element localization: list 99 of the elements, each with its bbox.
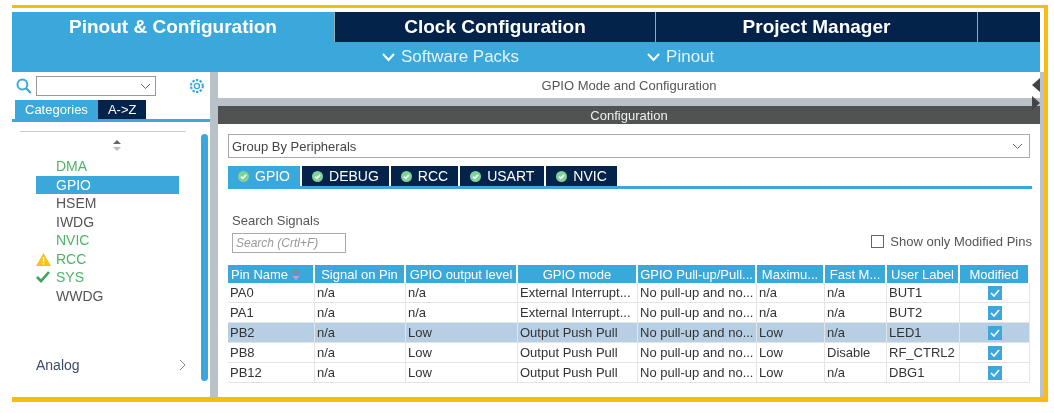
category-item[interactable]: IWDG: [36, 212, 179, 231]
category-group[interactable]: Analog: [36, 357, 186, 373]
table-cell: External Interrupt...: [518, 283, 638, 303]
column-header[interactable]: Pin Name: [228, 265, 315, 283]
modified-checkbox[interactable]: [987, 325, 1002, 340]
dropdown-menu[interactable]: Software Packs: [382, 47, 520, 67]
main-tab[interactable]: Clock Configuration: [335, 12, 656, 42]
search-icon: [16, 78, 32, 94]
search-label: Search Signals: [232, 213, 321, 228]
check-circle-icon: [312, 170, 323, 182]
table-cell: Low: [406, 323, 518, 343]
table-cell: PB12: [228, 363, 315, 383]
table-cell: n/a: [315, 323, 406, 343]
category-item[interactable]: SYS: [36, 268, 179, 287]
table-cell: PB8: [228, 343, 315, 363]
category-item[interactable]: HSEM: [36, 194, 179, 213]
table-cell: Low: [757, 343, 825, 363]
category-item[interactable]: RCC: [36, 249, 179, 268]
table-cell: n/a: [315, 363, 406, 383]
table-cell: No pull-up and no...: [638, 363, 757, 383]
chevron-down-icon: [1012, 142, 1023, 150]
table-cell: No pull-up and no...: [638, 343, 757, 363]
sort-icon[interactable]: [113, 140, 121, 151]
modified-checkbox[interactable]: [987, 365, 1002, 380]
table-cell: DBG1: [887, 363, 960, 383]
column-header[interactable]: GPIO output level: [406, 265, 518, 283]
column-header[interactable]: Modified: [960, 265, 1030, 283]
peripheral-tab[interactable]: DEBUG: [302, 166, 389, 186]
table-cell: PB2: [228, 323, 315, 343]
table-cell: External Interrupt...: [518, 303, 638, 323]
table-cell: n/a: [825, 363, 887, 383]
table-cell: BUT2: [887, 303, 960, 323]
search-combo-box[interactable]: [35, 76, 157, 96]
table-cell: n/a: [406, 303, 518, 323]
expand-right-icon[interactable]: [1032, 96, 1040, 110]
table-cell: PA0: [228, 283, 315, 303]
check-circle-icon: [556, 170, 568, 182]
chevron-down-icon: [140, 82, 152, 90]
peripheral-tab[interactable]: USART: [460, 166, 545, 186]
search-field[interactable]: Search (Crtl+F): [232, 233, 346, 253]
chevron-down-icon: [382, 52, 395, 62]
column-header[interactable]: Maximu...: [757, 265, 825, 283]
section-header: Configuration: [218, 106, 1040, 124]
table-cell: n/a: [315, 283, 406, 303]
table-cell: n/a: [406, 283, 518, 303]
peripheral-tab[interactable]: GPIO: [228, 166, 300, 186]
table-cell: Output Push Pull: [518, 323, 638, 343]
category-item[interactable]: DMA: [36, 157, 179, 176]
table-cell: Low: [757, 323, 825, 343]
peripheral-tab[interactable]: NVIC: [546, 166, 617, 186]
table-cell: Output Push Pull: [518, 343, 638, 363]
table-cell: LED1: [887, 323, 960, 343]
show-modified-checkbox[interactable]: Show only Modified Pins: [871, 234, 1032, 249]
modified-checkbox[interactable]: [987, 345, 1002, 360]
table-cell: n/a: [825, 323, 887, 343]
table-cell: No pull-up and no...: [638, 303, 757, 323]
table-cell: n/a: [757, 303, 825, 323]
table-cell: PA1: [228, 303, 315, 323]
table-cell: Output Push Pull: [518, 363, 638, 383]
table-cell: No pull-up and no...: [638, 323, 757, 343]
category-item[interactable]: GPIO: [36, 175, 179, 194]
table-cell: BUT1: [887, 283, 960, 303]
settings-icon[interactable]: [188, 77, 206, 95]
table-cell: RF_CTRL2: [887, 343, 960, 363]
table-cell: n/a: [757, 283, 825, 303]
table-cell: n/a: [315, 303, 406, 323]
column-header[interactable]: GPIO mode: [518, 265, 638, 283]
category-item[interactable]: NVIC: [36, 231, 179, 250]
table-cell: n/a: [825, 283, 887, 303]
column-header[interactable]: Signal on Pin: [315, 265, 406, 283]
table-cell: No pull-up and no...: [638, 283, 757, 303]
main-tab[interactable]: Project Manager: [656, 12, 978, 42]
sort-icon: [292, 268, 301, 280]
collapse-left-icon[interactable]: [1032, 78, 1040, 92]
dropdown-menu[interactable]: Pinout: [647, 47, 715, 67]
table-cell: Low: [757, 363, 825, 383]
table-cell: n/a: [315, 343, 406, 363]
panel-title: GPIO Mode and Configuration: [218, 72, 1040, 98]
modified-checkbox[interactable]: [987, 305, 1002, 320]
column-header[interactable]: Fast M...: [825, 265, 887, 283]
check-circle-icon: [400, 170, 412, 182]
view-tab[interactable]: A->Z: [97, 100, 147, 119]
scrollbar[interactable]: [201, 134, 208, 381]
check-circle-icon: [238, 170, 249, 182]
table-cell: Disable: [825, 343, 887, 363]
category-item[interactable]: WWDG: [36, 286, 179, 305]
group-by-select[interactable]: Group By Peripherals: [228, 134, 1030, 158]
table-cell: n/a: [825, 303, 887, 323]
main-tab[interactable]: Pinout & Configuration: [12, 12, 335, 42]
column-header[interactable]: GPIO Pull-up/Pull...: [638, 265, 757, 283]
peripheral-tab[interactable]: RCC: [390, 166, 459, 186]
modified-checkbox[interactable]: [987, 285, 1002, 300]
chevron-down-icon: [647, 52, 661, 62]
column-header[interactable]: User Label: [887, 265, 960, 283]
view-tab[interactable]: Categories: [15, 100, 98, 119]
check-circle-icon: [470, 170, 482, 182]
table-cell: Low: [406, 343, 518, 363]
chevron-right-icon: [179, 359, 186, 371]
table-cell: Low: [406, 363, 518, 383]
